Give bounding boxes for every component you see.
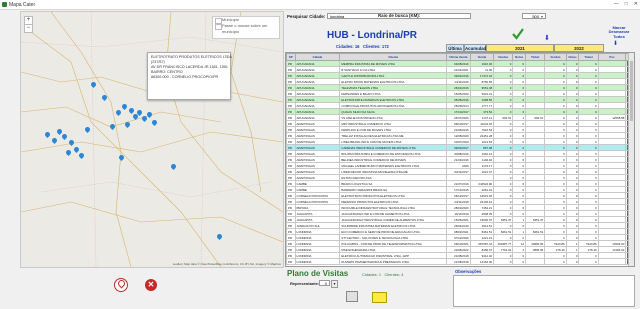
arrow-down-icon: ⬇ <box>544 35 550 42</box>
year-2021-header: 2021 <box>486 44 554 52</box>
plano-clientes: Clientes: 4 <box>384 272 404 277</box>
map-roads <box>21 12 283 267</box>
year-2022-header: 2022 <box>554 44 604 52</box>
column-header[interactable]: Cidade <box>294 53 341 61</box>
map-panel[interactable]: + − Município Passe o mouse sobre um mun… <box>20 11 284 268</box>
column-header[interactable]: Ticket <box>578 53 599 61</box>
table-cell: RUVERIS PAVIMENTADORA E PRENSADOS LTDA <box>339 258 448 265</box>
representante-input[interactable]: 0 <box>319 280 330 286</box>
representante-dropdown[interactable]: ▾ <box>331 280 338 288</box>
window-title: Mapa Cater <box>9 2 36 8</box>
column-header[interactable]: Notas <box>565 53 580 61</box>
close-x-icon[interactable]: ✕ <box>145 279 157 291</box>
map-popup: x ELETROTRATO PRODUTOS ELETRICOS LTDA (2… <box>147 52 232 100</box>
table-cell: 0 <box>512 258 527 265</box>
desmarcar-todos[interactable]: Marcar Desmarcar Todos <box>608 25 630 39</box>
raio-label: Raio de busca (KM): <box>378 13 421 18</box>
table-header: SP Cidade Cliente Ultima Venda Venda Vendas No… <box>286 53 634 61</box>
printer-icon[interactable] <box>346 291 358 302</box>
column-header[interactable]: Cliente <box>339 53 448 61</box>
plano-stats: Cidades: 1 Clientes: 4 <box>362 272 403 277</box>
maximize-button[interactable]: □ <box>625 1 628 7</box>
table-cell: 0 <box>544 258 567 265</box>
table-cell: LONDRINA <box>294 258 341 265</box>
zoom-control: + − <box>24 16 33 33</box>
table-cell: 14162.00 <box>469 258 495 265</box>
column-header[interactable]: Pos <box>597 53 627 61</box>
table-cell: PR <box>286 258 296 265</box>
table-cell <box>525 258 546 265</box>
clients-grid: SP Cidade Cliente Ultima Venda Venda Vendas No… <box>286 53 634 265</box>
layer-control: Município Passe o mouse sobre um municíp… <box>212 16 280 39</box>
table-body: PR APUCARANA MEMPRA INDUSTRIA DE MOVEIS LT… <box>286 60 634 265</box>
layer-option-hover[interactable]: Passe o mouse sobre um município <box>213 23 279 34</box>
plano-cidades: Cidades: 1 <box>362 272 382 277</box>
hub-title: HUB - Londrina/PR <box>327 30 417 41</box>
representante-label: Representante: <box>290 281 320 286</box>
table-cell: 0 <box>493 258 514 265</box>
plano-title: Plano de Visitas <box>287 269 349 278</box>
table-cell: 0 <box>578 258 599 265</box>
acumulado-header: Acumulado <box>464 44 489 52</box>
minimize-button[interactable]: — <box>614 1 619 7</box>
cidades-count: Cidades: 16 <box>336 44 360 49</box>
window-titlebar: Mapa Cater — □ ✕ <box>0 0 640 10</box>
folder-icon[interactable] <box>372 292 387 303</box>
clients-table: SP Cidade Cliente Ultima Venda Venda Vendas No… <box>285 52 635 267</box>
window-controls: — □ ✕ <box>614 1 638 7</box>
pin-button-icon[interactable] <box>114 278 128 292</box>
hub-stats: Cidades: 16 Clientes: 172 <box>336 44 389 49</box>
column-header[interactable]: Venda <box>469 53 495 61</box>
table-row[interactable]: PR LONDRINA RUVERIS PAVIMENTADORA E PRENSA… <box>286 258 634 265</box>
observacoes-label: Observações <box>455 269 482 274</box>
zoom-in-button[interactable]: + <box>25 17 32 25</box>
chevron-down-icon[interactable]: ▾ <box>541 14 543 19</box>
table-cell: 21/08/2018 <box>446 258 471 265</box>
arrow-down-icon: ⬇ <box>613 41 619 47</box>
column-header[interactable]: Vendas <box>544 53 567 61</box>
search-label: Pesquisar Cidade: <box>287 14 326 19</box>
app-icon <box>2 2 7 7</box>
column-header[interactable]: Notas <box>512 53 527 61</box>
zoom-out-button[interactable]: − <box>25 25 32 32</box>
column-header[interactable]: SP <box>286 53 296 61</box>
column-header[interactable]: Ticket <box>525 53 546 61</box>
layer-swatch <box>215 24 222 30</box>
scrollbar-thumb[interactable] <box>630 61 633 121</box>
popup-city: 86300-000 - CORNELIO PROCOPIO/PR <box>151 75 219 79</box>
ultima-header: Última <box>446 44 464 52</box>
table-cell <box>597 258 627 265</box>
check-icon <box>512 28 524 40</box>
close-window-button[interactable]: ✕ <box>634 1 638 7</box>
column-header[interactable]: Vendas <box>493 53 514 61</box>
clientes-count: Clientes: 172 <box>363 44 389 49</box>
observacoes-textarea[interactable] <box>453 275 635 307</box>
table-cell: 0 <box>565 258 580 265</box>
column-header[interactable]: Ultima Venda <box>446 53 471 61</box>
table-scrollbar[interactable] <box>628 53 634 266</box>
map-attribution: Leaflet | Map data © OpenStreetMap contr… <box>172 262 281 266</box>
popup-close-icon[interactable]: x <box>226 54 228 59</box>
